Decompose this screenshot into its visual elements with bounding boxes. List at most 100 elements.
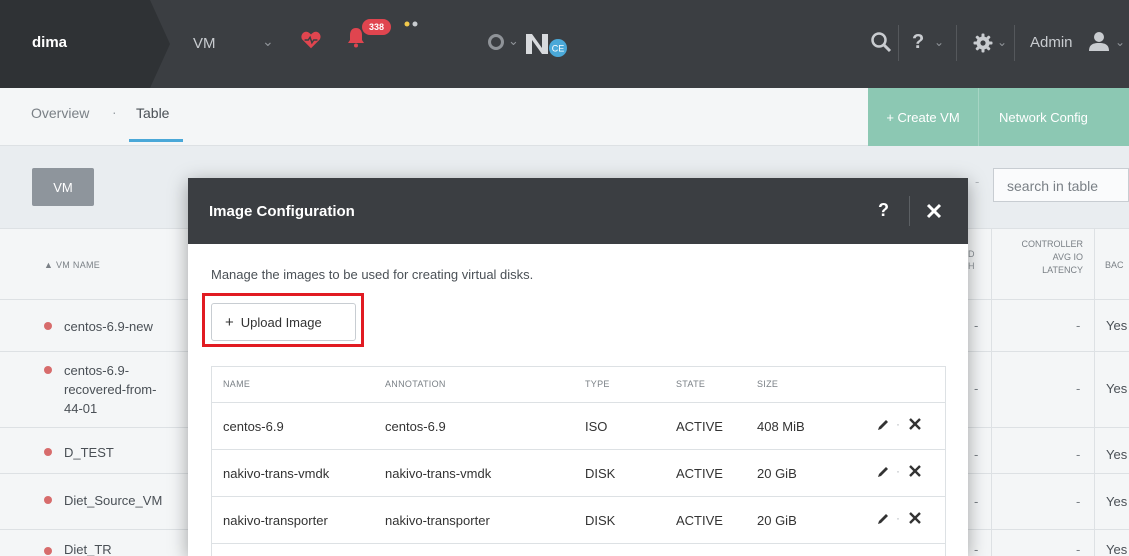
action-separator: ·	[896, 511, 900, 525]
chevron-down-icon[interactable]: ⌄	[997, 35, 1007, 49]
search-icon[interactable]	[870, 31, 892, 53]
task-status-icon[interactable]	[488, 34, 504, 50]
delete-icon[interactable]	[909, 418, 921, 430]
search-table-input[interactable]: search in table	[993, 168, 1129, 202]
column-header-backup[interactable]: BAC	[1105, 260, 1124, 270]
gear-icon[interactable]	[973, 33, 993, 53]
vm-name[interactable]: centos-6.9- recovered-from- 44-01	[64, 361, 156, 418]
vm-latency: -	[1076, 542, 1081, 556]
image-state: ACTIVE	[676, 419, 723, 434]
vm-backup: Yes	[1106, 381, 1128, 396]
vm-latency: -	[1076, 494, 1081, 509]
vm-name[interactable]: D_TEST	[64, 443, 114, 462]
create-vm-button[interactable]: + Create VM	[868, 88, 978, 146]
nutanix-logo-icon: CE	[526, 34, 567, 57]
image-type: DISK	[585, 513, 616, 528]
column-header-type[interactable]: TYPE	[585, 379, 610, 389]
chevron-down-icon[interactable]: ⌄	[262, 33, 274, 50]
table-row[interactable]: nakivo-trans-vmdk nakivo-trans-vmdk DISK…	[212, 449, 945, 496]
close-icon[interactable]	[926, 203, 942, 219]
cluster-name-tab[interactable]: dima	[0, 0, 170, 88]
tab-overview[interactable]: Overview	[31, 105, 89, 121]
vm-name[interactable]: centos-6.9-new	[64, 317, 153, 336]
column-header-annotation[interactable]: ANNOTATION	[385, 379, 446, 389]
image-size: 20 GiB	[757, 466, 797, 481]
table-row[interactable]	[212, 543, 945, 556]
image-annotation: nakivo-trans-vmdk	[385, 466, 492, 481]
highlight-box	[202, 293, 364, 347]
image-name: nakivo-transporter	[223, 513, 328, 528]
modal-header: Image Configuration ?	[188, 178, 968, 244]
image-configuration-modal: Image Configuration ? Manage the images …	[188, 178, 968, 556]
delete-icon[interactable]	[909, 512, 921, 524]
image-table: NAME ANNOTATION TYPE STATE SIZE centos-6…	[211, 366, 946, 556]
cluster-name: dima	[32, 34, 68, 51]
help-icon[interactable]: ?	[912, 31, 924, 54]
status-dots-icon[interactable]	[403, 20, 419, 28]
image-name: centos-6.9	[223, 419, 284, 434]
chevron-down-icon[interactable]: ⌄	[1115, 35, 1125, 49]
divider	[956, 25, 957, 61]
table-row[interactable]: nakivo-transporter nakivo-transporter DI…	[212, 496, 945, 543]
vm-status-dot	[44, 322, 52, 330]
main-menu-dropdown[interactable]: VM	[193, 35, 216, 52]
vm-status-dot	[44, 366, 52, 374]
vm-backup: Yes	[1106, 542, 1128, 556]
vm-status-dot	[44, 547, 52, 555]
vm-backup: Yes	[1106, 318, 1128, 333]
health-heart-icon[interactable]	[300, 29, 322, 51]
dash-text: -	[974, 381, 979, 396]
image-size: 408 MiB	[757, 419, 805, 434]
column-header-vm-name[interactable]: ▲ VM NAME	[44, 260, 100, 270]
divider	[1014, 25, 1015, 61]
image-type: ISO	[585, 419, 608, 434]
vm-name[interactable]: Diet_Source_VM	[64, 491, 162, 510]
image-annotation: nakivo-transporter	[385, 513, 490, 528]
table-row[interactable]: centos-6.9 centos-6.9 ISO ACTIVE 408 MiB…	[212, 402, 945, 449]
delete-icon[interactable]	[909, 465, 921, 477]
column-header-controller-latency[interactable]: CONTROLLER AVG IO LATENCY	[1005, 238, 1083, 277]
vm-latency: -	[1076, 381, 1081, 396]
pencil-icon[interactable]	[876, 512, 890, 526]
chevron-down-icon[interactable]: ⌄	[508, 33, 519, 49]
dash-text: -	[974, 318, 979, 333]
vm-filter-button[interactable]: VM	[32, 168, 94, 206]
modal-title: Image Configuration	[209, 203, 355, 220]
dash-text: -	[974, 494, 979, 509]
column-header-name[interactable]: NAME	[223, 379, 250, 389]
vm-latency: -	[1076, 318, 1081, 333]
dash-text: -	[974, 447, 979, 462]
image-state: ACTIVE	[676, 513, 723, 528]
pencil-icon[interactable]	[876, 418, 890, 432]
help-icon[interactable]: ?	[878, 200, 889, 221]
chevron-down-icon[interactable]: ⌄	[934, 35, 944, 49]
action-separator: ·	[896, 464, 900, 478]
column-header-size[interactable]: SIZE	[757, 379, 778, 389]
vm-status-dot	[44, 496, 52, 504]
pencil-icon[interactable]	[876, 465, 890, 479]
top-navigation-bar: dima VM ⌄ 338 ⌄ CE ? ⌄ ⌄ Admin ⌄	[0, 0, 1129, 88]
column-header-partial[interactable]: D H	[968, 248, 975, 272]
image-size: 20 GiB	[757, 513, 797, 528]
dash-text: -	[975, 174, 980, 189]
logo-badge: CE	[552, 44, 565, 54]
image-annotation: centos-6.9	[385, 419, 446, 434]
network-config-button[interactable]: Network Config	[978, 88, 1129, 146]
vm-backup: Yes	[1106, 447, 1128, 462]
user-menu-label[interactable]: Admin	[1030, 34, 1073, 51]
vm-backup: Yes	[1106, 494, 1128, 509]
tab-table[interactable]: Table	[136, 105, 169, 121]
column-header-state[interactable]: STATE	[676, 379, 705, 389]
breadcrumb-separator: ·	[112, 104, 117, 120]
image-name: nakivo-trans-vmdk	[223, 466, 330, 481]
divider	[898, 25, 899, 61]
dash-text: -	[974, 542, 979, 556]
vm-latency: -	[1076, 447, 1081, 462]
divider	[909, 196, 910, 226]
image-state: ACTIVE	[676, 466, 723, 481]
active-tab-indicator	[129, 139, 183, 142]
vm-name[interactable]: Diet_TR	[64, 540, 112, 556]
user-avatar-icon[interactable]	[1088, 30, 1110, 52]
alert-count-badge[interactable]: 338	[362, 19, 392, 35]
action-separator: ·	[896, 417, 900, 431]
